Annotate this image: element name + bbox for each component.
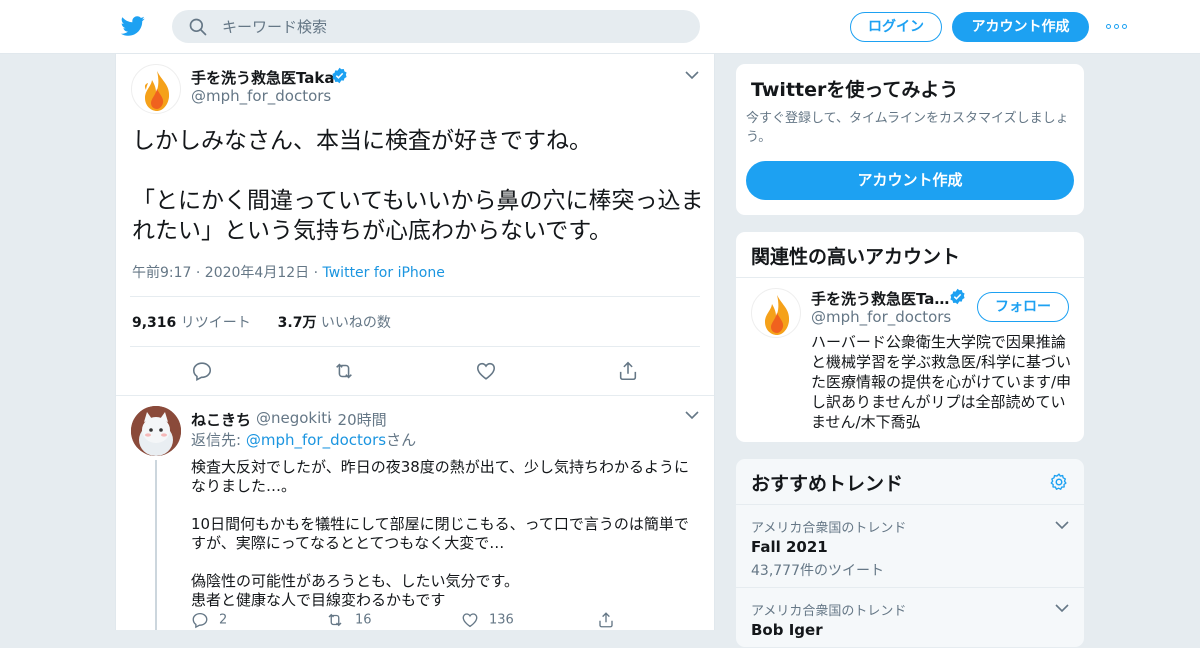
avatar[interactable] [751, 288, 801, 338]
trend-name: Bob Iger [751, 621, 823, 639]
reply-retweet-count: 16 [355, 612, 372, 628]
divider [130, 346, 700, 347]
search-icon [189, 18, 207, 36]
related-account-handle[interactable]: @mph_for_doctors [811, 308, 951, 326]
avatar[interactable] [131, 406, 181, 456]
related-accounts-title: 関連性の高いアカウント [751, 246, 961, 268]
retweet-count: 9,316 [132, 315, 177, 331]
related-accounts-card: 関連性の高いアカウント 手を洗う救急医Ta… @mph_for_doctors … [735, 231, 1085, 443]
search-input[interactable] [222, 10, 682, 43]
tweet-column: 手を洗う救急医Taka @mph_for_doctors しかしみなさん、本当に… [115, 54, 715, 630]
reply-time[interactable]: · 20時間 [328, 409, 387, 430]
author-name[interactable]: 手を洗う救急医Taka [191, 67, 335, 88]
trends-card: おすすめトレンド アメリカ合衆国のトレンド Fall 2021 43,777件の… [735, 458, 1085, 648]
retweet-stat-label: リツイート [180, 315, 251, 331]
like-count: 3.7万 [277, 315, 317, 331]
thread-line [155, 460, 157, 630]
trend-item[interactable]: アメリカ合衆国のトレンド Bob Iger [736, 587, 1084, 647]
reply-tweet[interactable]: ねこきち @negokiti · 20時間 返信先: @mph_for_doct… [116, 395, 714, 630]
divider [736, 277, 1084, 278]
trend-name: Fall 2021 [751, 538, 828, 556]
share-icon[interactable] [617, 360, 639, 382]
reply-to-suffix: さん [386, 431, 417, 449]
reply-icon[interactable] [191, 360, 213, 382]
flame-icon [144, 71, 170, 111]
meta-separator: · [309, 265, 323, 281]
retweet-stat[interactable]: 9,316 リツイート [132, 315, 251, 331]
chevron-down-icon[interactable] [685, 70, 699, 80]
verified-badge-icon [950, 288, 965, 305]
retweet-icon [328, 613, 342, 627]
reply-text: 検査大反対でしたが、昨日の夜38度の熱が出て、少し気持ちわかるようになりました…… [191, 458, 696, 629]
reply-icon [192, 612, 208, 629]
trend-count: 43,777件のツイート [751, 563, 884, 579]
related-account-name[interactable]: 手を洗う救急医Ta… [811, 288, 949, 309]
chevron-down-icon[interactable] [1055, 520, 1069, 530]
trend-item[interactable]: アメリカ合衆国のトレンド Fall 2021 43,777件のツイート [736, 504, 1084, 587]
reply-paragraph: 検査大反対でしたが、昨日の夜38度の熱が出て、少し気持ちわかるようになりました…… [191, 458, 690, 495]
reply-retweet-action[interactable]: 16 [325, 611, 372, 630]
search-bar [172, 10, 700, 43]
retweet-icon[interactable] [333, 360, 355, 382]
reply-count: 2 [219, 612, 228, 628]
reply-reply-action[interactable]: 2 [191, 611, 227, 630]
author-handle[interactable]: @mph_for_doctors [191, 87, 331, 105]
flame-icon [765, 295, 790, 335]
reply-like-count: 136 [489, 612, 514, 628]
avatar[interactable] [131, 64, 181, 114]
reply-paragraph: 10日間何もかもを犠牲にして部屋に閉じこもる、って口で言うのは簡単ですが、実際に… [191, 515, 689, 552]
trend-location: アメリカ合衆国のトレンド [751, 521, 907, 536]
chevron-down-icon[interactable] [685, 410, 699, 420]
reply-to-handle-link[interactable]: @mph_for_doctors [246, 431, 386, 449]
signup-button[interactable]: アカウント作成 [952, 12, 1089, 42]
follow-button[interactable]: フォロー [977, 292, 1069, 322]
reply-to-line: 返信先: @mph_for_doctorsさん [191, 429, 416, 450]
tweet-time[interactable]: 午前9:17 · 2020年4月12日 [132, 265, 309, 281]
related-account-bio: ハーバード公衆衛生大学院で因果推論と機械学習を学ぶ救急医/科学に基づいた医療情報… [811, 333, 1072, 431]
tweet-source-link[interactable]: Twitter for iPhone [323, 265, 445, 281]
chevron-down-icon[interactable] [1055, 603, 1069, 613]
reply-paragraph: 偽陰性の可能性があろうとも、したい気分です。 患者と健康な人で目線変わるかもです [191, 572, 520, 609]
tweet-meta: 午前9:17 · 2020年4月12日 · Twitter for iPhone [132, 262, 445, 282]
login-button[interactable]: ログイン [850, 12, 942, 42]
reply-share-action[interactable] [597, 611, 625, 630]
trends-title: おすすめトレンド [751, 473, 904, 495]
share-icon [599, 612, 613, 628]
reply-author-handle[interactable]: @negokiti [256, 409, 331, 427]
more-menu-icon[interactable] [1106, 18, 1130, 36]
tweet-text: しかしみなさん、本当に検査が好きですね。 「とにかく間違っていてもいいから鼻の穴… [132, 126, 707, 276]
like-stat[interactable]: 3.7万 いいねの数 [278, 315, 391, 331]
cat-avatar-icon [131, 406, 181, 456]
like-heart-icon [462, 613, 478, 628]
twitter-bird-icon[interactable] [120, 14, 146, 38]
like-heart-icon[interactable] [475, 360, 497, 382]
reply-to-prefix: 返信先: [191, 431, 246, 449]
signup-button[interactable]: アカウント作成 [746, 161, 1074, 200]
tweet-paragraph: 「とにかく間違っていてもいいから鼻の穴に棒突っ込まれたい」という気持ちが心底わか… [132, 188, 704, 244]
reply-like-action[interactable]: 136 [461, 611, 514, 630]
divider [130, 296, 700, 297]
try-twitter-desc: 今すぐ登録して、タイムラインをカスタマイズしましょう。 [746, 111, 1069, 145]
like-stat-label: いいねの数 [320, 315, 391, 331]
gear-icon[interactable] [1049, 472, 1069, 492]
try-twitter-card: Twitterを使ってみよう 今すぐ登録して、タイムラインをカスタマイズしましょ… [735, 63, 1085, 216]
top-bar: ログイン アカウント作成 [0, 0, 1200, 54]
verified-badge-icon [332, 67, 347, 84]
tweet-paragraph: しかしみなさん、本当に検査が好きですね。 [132, 128, 592, 154]
try-twitter-title: Twitterを使ってみよう [751, 79, 959, 101]
reply-author-name[interactable]: ねこきち [191, 409, 251, 430]
tweet-stats: 9,316 リツイート 3.7万 いいねの数 [132, 312, 391, 332]
trend-location: アメリカ合衆国のトレンド [751, 604, 907, 619]
